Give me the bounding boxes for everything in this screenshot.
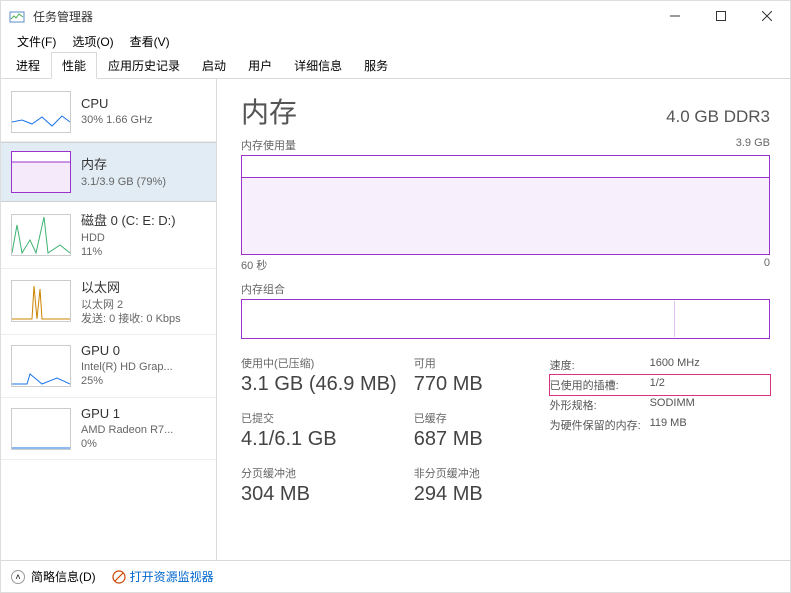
menu-options[interactable]: 选项(O) [64,31,121,52]
sidebar: CPU 30% 1.66 GHz 内存 3.1/3.9 GB (79%) 磁盘 0 … [1,79,217,560]
resource-monitor-icon [112,570,126,584]
sidebar-item-label: 内存 [81,154,206,173]
tab-users[interactable]: 用户 [237,52,283,79]
sidebar-item-sub: 3.1/3.9 GB (79%) [81,175,206,189]
stat-cached-label: 已缓存 [414,410,550,426]
stat-committed-value: 4.1/6.1 GB [241,428,414,451]
spec-reserved-label: 为硬件保留的内存: [550,417,650,433]
sidebar-item-label: 磁盘 0 (C: E: D:) [81,210,206,229]
memory-thumb [11,151,71,193]
sidebar-item-ethernet[interactable]: 以太网以太网 2 发送: 0 接收: 0 Kbps [1,269,216,336]
bottombar: ˄ 简略信息(D) 打开资源监视器 [1,560,790,592]
stat-inuse-label: 使用中(已压缩) [241,355,414,371]
stat-nonpaged-label: 非分页缓冲池 [414,465,550,481]
stat-available-value: 770 MB [414,373,550,396]
sidebar-item-label: GPU 0 [81,343,206,358]
sidebar-item-sub: 30% 1.66 GHz [81,113,206,127]
menubar: 文件(F) 选项(O) 查看(V) [1,31,790,51]
stat-cached-value: 687 MB [414,428,550,451]
tab-processes[interactable]: 进程 [5,52,51,79]
sidebar-item-disk[interactable]: 磁盘 0 (C: E: D:) HDD 11% [1,202,216,269]
spec-slots-value: 1/2 [650,377,770,393]
stat-inuse-value: 3.1 GB (46.9 MB) [241,373,414,396]
tab-app-history[interactable]: 应用历史记录 [97,52,191,79]
tab-performance[interactable]: 性能 [51,52,97,79]
disk-thumb [11,214,71,256]
ethernet-thumb [11,280,71,322]
tab-details[interactable]: 详细信息 [283,52,353,79]
graph1-label-left: 内存使用量 [241,137,296,153]
memory-usage-graph[interactable] [241,155,770,255]
sidebar-item-sub: AMD Radeon R7... 0% [81,423,206,452]
sidebar-item-sub: 以太网 2 发送: 0 接收: 0 Kbps [81,298,206,327]
spec-reserved-value: 119 MB [650,417,770,433]
sidebar-item-sub: Intel(R) HD Grap... 25% [81,360,206,389]
open-resource-monitor-label: 打开资源监视器 [130,568,214,585]
menu-file[interactable]: 文件(F) [9,31,64,52]
stat-nonpaged-value: 294 MB [414,483,550,506]
sidebar-item-label: CPU [81,96,206,111]
spec-slots-label: 已使用的插槽: [550,377,650,393]
graph1-below-right: 0 [764,257,770,273]
sidebar-item-label: GPU 1 [81,406,206,421]
tab-startup[interactable]: 启动 [191,52,237,79]
stat-paged-label: 分页缓冲池 [241,465,414,481]
graph2-label-left: 内存组合 [241,281,285,297]
gpu0-thumb [11,345,71,387]
fewer-details-button[interactable]: ˄ 简略信息(D) [11,568,96,585]
spec-form-value: SODIMM [650,397,770,413]
gpu1-thumb [11,408,71,450]
spec-speed-value: 1600 MHz [650,357,770,373]
titlebar: 任务管理器 [1,1,790,31]
window-title: 任务管理器 [33,8,652,25]
tabbar: 进程 性能 应用历史记录 启动 用户 详细信息 服务 [1,51,790,79]
spec-speed-label: 速度: [550,357,650,373]
stat-available-label: 可用 [414,355,550,371]
chevron-up-icon: ˄ [11,570,25,584]
sidebar-item-gpu0[interactable]: GPU 0 Intel(R) HD Grap... 25% [1,335,216,398]
sidebar-item-sub: HDD 11% [81,231,206,260]
detail-title: 内存 [241,91,297,131]
close-button[interactable] [744,1,790,31]
app-icon [9,8,25,24]
menu-view[interactable]: 查看(V) [122,31,178,52]
stat-committed-label: 已提交 [241,410,414,426]
open-resource-monitor-link[interactable]: 打开资源监视器 [112,568,214,585]
maximize-button[interactable] [698,1,744,31]
spec-form-label: 外形规格: [550,397,650,413]
minimize-button[interactable] [652,1,698,31]
sidebar-item-label: 以太网 [81,277,206,296]
stat-paged-value: 304 MB [241,483,414,506]
detail-spec-title: 4.0 GB DDR3 [666,107,770,127]
sidebar-item-memory[interactable]: 内存 3.1/3.9 GB (79%) [1,142,216,202]
graph1-below-left: 60 秒 [241,257,267,273]
sidebar-item-cpu[interactable]: CPU 30% 1.66 GHz [1,83,216,142]
cpu-thumb [11,91,71,133]
graph1-label-right: 3.9 GB [736,137,770,153]
tab-services[interactable]: 服务 [353,52,399,79]
fewer-details-label: 简略信息(D) [31,568,96,585]
memory-composition-graph[interactable] [241,299,770,339]
sidebar-item-gpu1[interactable]: GPU 1 AMD Radeon R7... 0% [1,398,216,461]
spec-slots-row: 已使用的插槽: 1/2 [549,374,771,396]
window-controls [652,1,790,31]
main: CPU 30% 1.66 GHz 内存 3.1/3.9 GB (79%) 磁盘 0 … [1,79,790,560]
detail-panel: 内存 4.0 GB DDR3 内存使用量 3.9 GB 60 秒 0 内存组合 … [217,79,790,560]
